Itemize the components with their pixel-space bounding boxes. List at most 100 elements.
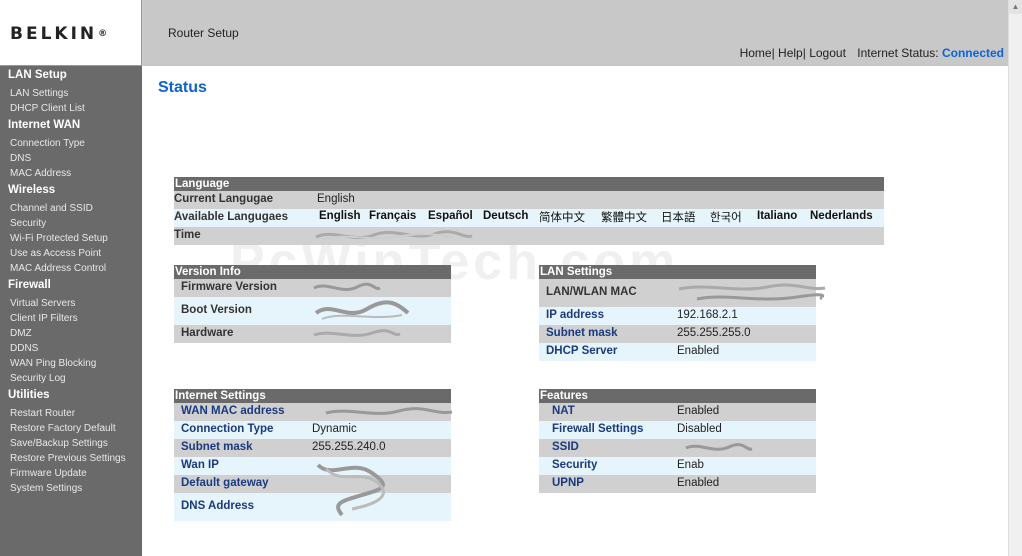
- separator: |: [802, 46, 806, 60]
- language-link-dutch[interactable]: Nederlands: [810, 210, 873, 222]
- sidebar-item-dns[interactable]: DNS: [10, 153, 31, 164]
- wan-subnet-value: 255.255.240.0: [312, 441, 386, 453]
- sidebar-item-restart-router[interactable]: Restart Router: [10, 408, 75, 419]
- redacted-wan-mac-value: [325, 407, 453, 415]
- language-link-spanish[interactable]: Español: [428, 210, 473, 222]
- scroll-up-arrow-icon[interactable]: ▲: [1009, 0, 1022, 14]
- language-link-english[interactable]: English: [319, 210, 361, 222]
- redacted-time-value: [315, 230, 473, 240]
- sidebar-section-wireless[interactable]: Wireless: [8, 184, 55, 196]
- language-link-simplified-chinese[interactable]: 简体中文: [539, 209, 585, 225]
- help-link[interactable]: Help: [778, 46, 803, 60]
- table-row: Available Langugaes English Français Esp…: [174, 209, 884, 227]
- firmware-version-label: Firmware Version: [181, 281, 277, 293]
- home-link[interactable]: Home: [740, 46, 772, 60]
- page-header-title: Router Setup: [168, 26, 239, 40]
- internet-status-value: Connected: [941, 46, 1004, 60]
- sidebar-item-firmware-update[interactable]: Firmware Update: [10, 468, 87, 479]
- table-row: IP address 192.168.2.1: [539, 307, 816, 325]
- sidebar-item-security[interactable]: Security: [10, 218, 46, 229]
- belkin-logo: BELKIN®: [0, 0, 142, 66]
- redacted-ssid-value: [685, 443, 753, 451]
- sidebar-item-client-ip-filters[interactable]: Client IP Filters: [10, 313, 78, 324]
- sidebar-item-save-backup-settings[interactable]: Save/Backup Settings: [10, 438, 108, 449]
- redacted-firmware-value: [313, 282, 381, 292]
- lan-ip-label: IP address: [546, 309, 604, 321]
- current-language-label: Current Langugae: [174, 193, 274, 205]
- dhcp-server-value: Enabled: [677, 345, 720, 357]
- firewall-settings-value: Disabled: [677, 423, 722, 435]
- language-table: Language Current Langugae English Availa…: [174, 177, 884, 245]
- sidebar-item-ddns[interactable]: DDNS: [10, 343, 38, 354]
- table-row: NAT Enabled: [539, 403, 816, 421]
- table-row: Subnet mask 255.255.255.0: [539, 325, 816, 343]
- sidebar-item-lan-settings[interactable]: LAN Settings: [10, 88, 68, 99]
- connection-type-label: Connection Type: [181, 423, 274, 435]
- separator: |: [771, 46, 775, 60]
- wan-subnet-label: Subnet mask: [181, 441, 253, 453]
- sidebar-section-firewall[interactable]: Firewall: [8, 279, 51, 291]
- lan-subnet-label: Subnet mask: [546, 327, 618, 339]
- sidebar-section-internet-wan[interactable]: Internet WAN: [8, 119, 80, 131]
- lan-wlan-mac-label: LAN/WLAN MAC: [546, 286, 637, 298]
- features-table: Features NAT Enabled Firewall Settings D…: [539, 389, 816, 493]
- redacted-hardware-value: [313, 329, 401, 337]
- dhcp-server-label: DHCP Server: [546, 345, 618, 357]
- upnp-label: UPNP: [552, 477, 584, 489]
- sidebar-item-dmz[interactable]: DMZ: [10, 328, 32, 339]
- redacted-wan-ip-gateway-dns: [316, 463, 385, 517]
- table-row: Hardware: [174, 325, 451, 343]
- sidebar-item-channel-ssid[interactable]: Channel and SSID: [10, 203, 93, 214]
- sidebar-item-access-point[interactable]: Use as Access Point: [10, 248, 101, 259]
- logout-link[interactable]: Logout: [809, 46, 846, 60]
- security-value: Enab: [677, 459, 704, 471]
- version-info-header: Version Info: [174, 265, 451, 279]
- logo-text: BELKIN®: [10, 24, 107, 44]
- language-table-header: Language: [174, 177, 884, 191]
- sidebar-item-security-log[interactable]: Security Log: [10, 373, 66, 384]
- lan-subnet-value: 255.255.255.0: [677, 327, 751, 339]
- security-label: Security: [552, 459, 598, 471]
- sidebar-item-mac-address-control[interactable]: MAC Address Control: [10, 263, 106, 274]
- lan-settings-table: LAN Settings LAN/WLAN MAC IP address 192…: [539, 265, 826, 361]
- sidebar-item-restore-previous-settings[interactable]: Restore Previous Settings: [10, 453, 126, 464]
- vertical-scrollbar[interactable]: ▲: [1008, 0, 1022, 556]
- language-link-german[interactable]: Deutsch: [483, 210, 528, 222]
- version-info-table: Version Info Firmware Version Boot Versi…: [174, 265, 451, 343]
- table-row: Current Langugae English: [174, 191, 884, 209]
- language-link-japanese[interactable]: 日本語: [661, 209, 696, 225]
- sidebar-section-lan-setup[interactable]: LAN Setup: [8, 69, 67, 81]
- nat-label: NAT: [552, 405, 575, 417]
- sidebar-item-system-settings[interactable]: System Settings: [10, 483, 82, 494]
- sidebar-item-connection-type[interactable]: Connection Type: [10, 138, 85, 149]
- table-row: LAN/WLAN MAC: [539, 279, 826, 307]
- sidebar-item-wan-ping-blocking[interactable]: WAN Ping Blocking: [10, 358, 96, 369]
- table-row: Time: [174, 227, 884, 245]
- table-row: Connection Type Dynamic: [174, 421, 451, 439]
- nat-value: Enabled: [677, 405, 720, 417]
- table-row: Boot Version: [174, 297, 451, 325]
- logo-wordmark: BELKIN: [10, 24, 98, 44]
- sidebar-item-mac-address[interactable]: MAC Address: [10, 168, 71, 179]
- table-row: Security Enab: [539, 457, 816, 475]
- sidebar-item-restore-factory-default[interactable]: Restore Factory Default: [10, 423, 116, 434]
- language-link-traditional-chinese[interactable]: 繁體中文: [601, 209, 647, 225]
- page-title: Status: [158, 79, 207, 96]
- sidebar-item-wifi-protected-setup[interactable]: Wi-Fi Protected Setup: [10, 233, 108, 244]
- language-link-korean[interactable]: 한국어: [710, 209, 742, 225]
- language-link-french[interactable]: Français: [369, 210, 416, 222]
- table-row: DHCP Server Enabled: [539, 343, 816, 361]
- language-link-italian[interactable]: Italiano: [757, 210, 797, 222]
- dns-address-label: DNS Address: [181, 500, 255, 512]
- sidebar-item-virtual-servers[interactable]: Virtual Servers: [10, 298, 75, 309]
- wan-ip-label: Wan IP: [181, 459, 219, 471]
- internet-settings-header: Internet Settings: [174, 389, 451, 403]
- redacted-boot-value: [314, 300, 410, 320]
- table-row: Firmware Version: [174, 279, 451, 297]
- sidebar-section-utilities[interactable]: Utilities: [8, 389, 50, 401]
- sidebar-item-dhcp-client-list[interactable]: DHCP Client List: [10, 103, 85, 114]
- internet-status-label: Internet Status:: [857, 46, 939, 60]
- header-links: Home| Help| Logout Internet Status: Conn…: [740, 46, 1004, 60]
- available-languages-label: Available Langugaes: [174, 211, 288, 223]
- wan-mac-label: WAN MAC address: [181, 405, 285, 417]
